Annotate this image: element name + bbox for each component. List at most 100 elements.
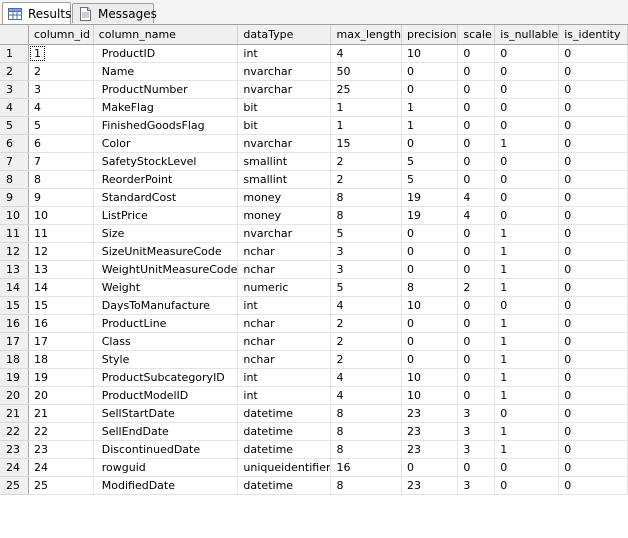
table-cell[interactable]: 15 bbox=[28, 296, 94, 315]
table-cell[interactable]: 2 bbox=[330, 152, 403, 171]
tab-messages[interactable]: Messages bbox=[72, 3, 157, 23]
table-row[interactable]: 3 3 ProductNumber nvarchar 25 0 0 0 0 bbox=[0, 80, 628, 99]
table-cell[interactable]: 0 bbox=[457, 350, 496, 369]
table-cell[interactable]: 5 bbox=[330, 278, 403, 297]
table-cell[interactable]: 19 bbox=[401, 188, 459, 207]
table-row[interactable]: 21 21 SellStartDate datetime 8 23 3 0 0 bbox=[0, 404, 628, 423]
table-cell[interactable]: 5 bbox=[401, 152, 459, 171]
table-cell[interactable]: 0 bbox=[558, 314, 628, 333]
table-cell[interactable]: smallint bbox=[237, 170, 332, 189]
table-cell[interactable]: 50 bbox=[330, 62, 403, 81]
table-cell[interactable]: 0 bbox=[558, 386, 628, 405]
table-cell[interactable]: 21 bbox=[28, 404, 94, 423]
table-cell[interactable]: 18 bbox=[28, 350, 94, 369]
table-cell[interactable]: 0 bbox=[457, 296, 496, 315]
table-cell[interactable]: SellEndDate bbox=[93, 422, 239, 441]
table-cell[interactable]: 0 bbox=[494, 80, 560, 99]
column-header[interactable]: is_nullable bbox=[494, 25, 560, 45]
tab-results[interactable]: Results bbox=[2, 2, 71, 24]
table-cell[interactable]: 8 bbox=[330, 188, 403, 207]
table-cell[interactable]: nchar bbox=[237, 242, 332, 261]
table-cell[interactable]: nvarchar bbox=[237, 134, 332, 153]
table-cell[interactable]: 2 bbox=[330, 170, 403, 189]
table-cell[interactable]: 8 bbox=[401, 278, 459, 297]
table-cell[interactable]: 0 bbox=[558, 260, 628, 279]
table-cell[interactable]: 3 bbox=[28, 80, 94, 99]
table-cell[interactable]: 2 bbox=[28, 62, 94, 81]
table-cell[interactable]: 1 bbox=[494, 314, 560, 333]
table-cell[interactable]: 0 bbox=[494, 296, 560, 315]
column-header[interactable]: is_identity bbox=[558, 25, 628, 45]
table-cell[interactable]: 0 bbox=[558, 350, 628, 369]
table-cell[interactable]: 16 bbox=[28, 314, 94, 333]
table-cell[interactable]: 0 bbox=[558, 296, 628, 315]
row-number[interactable]: 23 bbox=[0, 440, 29, 459]
table-cell[interactable]: 0 bbox=[457, 314, 496, 333]
table-cell[interactable]: 0 bbox=[494, 188, 560, 207]
row-number[interactable]: 1 bbox=[0, 44, 29, 63]
table-cell[interactable]: 14 bbox=[28, 278, 94, 297]
table-cell[interactable]: 8 bbox=[330, 422, 403, 441]
column-header[interactable]: dataType bbox=[237, 25, 332, 45]
table-cell[interactable]: uniqueidentifier bbox=[237, 458, 332, 477]
table-cell[interactable]: 0 bbox=[457, 386, 496, 405]
table-cell[interactable]: FinishedGoodsFlag bbox=[93, 116, 239, 135]
table-cell[interactable]: 0 bbox=[558, 422, 628, 441]
table-cell[interactable]: 0 bbox=[401, 332, 459, 351]
table-cell[interactable]: 1 bbox=[494, 440, 560, 459]
row-number[interactable]: 4 bbox=[0, 98, 29, 117]
selected-cell[interactable]: 1 bbox=[28, 44, 94, 63]
row-number[interactable]: 6 bbox=[0, 134, 29, 153]
table-row[interactable]: 13 13 WeightUnitMeasureCode nchar 3 0 0 1 0 bbox=[0, 260, 628, 279]
table-cell[interactable]: money bbox=[237, 188, 332, 207]
table-row[interactable]: 9 9 StandardCost money 8 19 4 0 0 bbox=[0, 188, 628, 207]
table-cell[interactable]: 25 bbox=[330, 80, 403, 99]
table-row[interactable]: 18 18 Style nchar 2 0 0 1 0 bbox=[0, 350, 628, 369]
table-cell[interactable]: 10 bbox=[401, 296, 459, 315]
table-cell[interactable]: 2 bbox=[457, 278, 496, 297]
row-number[interactable]: 21 bbox=[0, 404, 29, 423]
table-row[interactable]: 12 12 SizeUnitMeasureCode nchar 3 0 0 1 0 bbox=[0, 242, 628, 261]
row-number[interactable]: 12 bbox=[0, 242, 29, 261]
table-cell[interactable]: 8 bbox=[28, 170, 94, 189]
table-cell[interactable]: 0 bbox=[558, 80, 628, 99]
table-cell[interactable]: 6 bbox=[28, 134, 94, 153]
table-row[interactable]: 6 6 Color nvarchar 15 0 0 1 0 bbox=[0, 134, 628, 153]
table-cell[interactable]: 25 bbox=[28, 476, 94, 495]
column-header[interactable]: column_id bbox=[28, 25, 94, 45]
table-row[interactable]: 2 2 Name nvarchar 50 0 0 0 0 bbox=[0, 62, 628, 81]
row-number[interactable]: 2 bbox=[0, 62, 29, 81]
table-cell[interactable]: 0 bbox=[558, 332, 628, 351]
table-cell[interactable]: 2 bbox=[330, 350, 403, 369]
table-cell[interactable]: SafetyStockLevel bbox=[93, 152, 239, 171]
table-cell[interactable]: 23 bbox=[401, 404, 459, 423]
table-cell[interactable]: Size bbox=[93, 224, 239, 243]
table-cell[interactable]: 3 bbox=[457, 404, 496, 423]
table-cell[interactable]: nchar bbox=[237, 260, 332, 279]
row-number[interactable]: 7 bbox=[0, 152, 29, 171]
table-cell[interactable]: nvarchar bbox=[237, 224, 332, 243]
table-cell[interactable]: 8 bbox=[330, 404, 403, 423]
table-cell[interactable]: 3 bbox=[457, 476, 496, 495]
table-cell[interactable]: ProductNumber bbox=[93, 80, 239, 99]
row-number[interactable]: 14 bbox=[0, 278, 29, 297]
table-row[interactable]: 15 15 DaysToManufacture int 4 10 0 0 0 bbox=[0, 296, 628, 315]
table-cell[interactable]: 0 bbox=[494, 476, 560, 495]
table-cell[interactable]: 0 bbox=[558, 476, 628, 495]
table-cell[interactable]: Style bbox=[93, 350, 239, 369]
table-cell[interactable]: numeric bbox=[237, 278, 332, 297]
row-number[interactable]: 19 bbox=[0, 368, 29, 387]
row-number[interactable]: 25 bbox=[0, 476, 29, 495]
table-cell[interactable]: money bbox=[237, 206, 332, 225]
table-cell[interactable]: 0 bbox=[558, 44, 628, 63]
table-cell[interactable]: 0 bbox=[401, 260, 459, 279]
column-header[interactable]: precision bbox=[401, 25, 459, 45]
table-cell[interactable]: 0 bbox=[457, 260, 496, 279]
table-row[interactable]: 23 23 DiscontinuedDate datetime 8 23 3 1 0 bbox=[0, 440, 628, 459]
table-cell[interactable]: datetime bbox=[237, 404, 332, 423]
table-cell[interactable]: 0 bbox=[558, 242, 628, 261]
table-row[interactable]: 11 11 Size nvarchar 5 0 0 1 0 bbox=[0, 224, 628, 243]
table-cell[interactable]: 0 bbox=[457, 134, 496, 153]
table-cell[interactable]: int bbox=[237, 44, 332, 63]
table-cell[interactable]: 0 bbox=[401, 80, 459, 99]
